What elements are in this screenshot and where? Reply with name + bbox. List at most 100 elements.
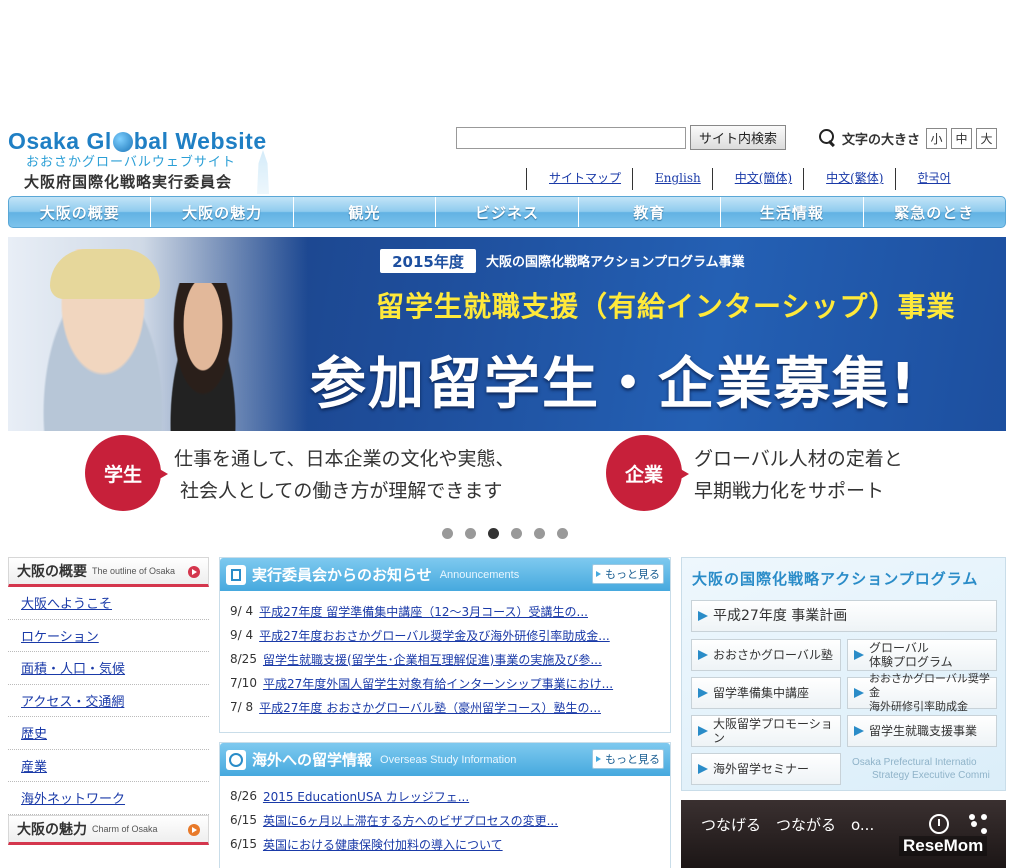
nav-charm[interactable]: 大阪の魅力 bbox=[151, 197, 294, 227]
share-icon[interactable] bbox=[969, 814, 989, 834]
font-size-small-button[interactable]: 小 bbox=[926, 127, 948, 149]
committee-watermark: Osaka Prefectural Internatio Strategy Ex… bbox=[852, 756, 990, 782]
nav-education[interactable]: 教育 bbox=[579, 197, 722, 227]
student-line-2: 社会人としての働き方が理解できます bbox=[180, 480, 503, 502]
sidebar-item: 大阪へようこそ bbox=[8, 587, 209, 620]
overseas-study-panel: 海外への留学情報 Overseas Study Information もっと見… bbox=[219, 742, 671, 868]
logo-organization: 大阪府国際化戦略実行委員会 bbox=[24, 173, 233, 191]
news-date: 9/ 4 bbox=[230, 604, 254, 618]
company-badge: 企業 bbox=[606, 435, 689, 511]
slider-dot[interactable] bbox=[442, 528, 453, 539]
photo-hair bbox=[50, 249, 160, 299]
font-size-large-button[interactable]: 大 bbox=[976, 127, 998, 149]
news-date: 6/15 bbox=[230, 837, 257, 851]
sidebar-item: アクセス・交通網 bbox=[8, 685, 209, 717]
study-promotion-button[interactable]: 大阪留学プロモーション bbox=[691, 715, 841, 747]
logo-english: Osaka Gl bal Website bbox=[8, 128, 267, 154]
overseas-title: 海外への留学情報 bbox=[252, 751, 373, 769]
watermark-line: Strategy Executive Commi bbox=[872, 770, 990, 781]
news-date: 9/ 4 bbox=[230, 628, 254, 642]
student-badge: 学生 bbox=[85, 435, 168, 511]
font-size-medium-button[interactable]: 中 bbox=[951, 127, 973, 149]
sidebar-link-area-population[interactable]: 面積・人口・気候 bbox=[21, 658, 125, 677]
nav-tourism[interactable]: 観光 bbox=[294, 197, 437, 227]
hero-banner[interactable]: 2015年度 大阪の国際化戦略アクションプログラム事業 留学生就職支援（有給イン… bbox=[8, 237, 1006, 431]
document-icon bbox=[226, 564, 246, 585]
news-link[interactable]: 平成27年度 留学準備集中講座（12～3月コース）受講生の... bbox=[259, 603, 588, 620]
news-link[interactable]: 平成27年度 おおさかグローバル塾（豪州留学コース）塾生の... bbox=[259, 699, 601, 716]
chinese-traditional-link[interactable]: 中文(繁体) bbox=[803, 168, 894, 190]
slider-dot-active[interactable] bbox=[488, 528, 499, 539]
announcements-more-button[interactable]: もっと見る bbox=[592, 564, 664, 584]
sidebar-heading-charm[interactable]: 大阪の魅力 Charm of Osaka bbox=[8, 814, 209, 845]
slider-pagination bbox=[442, 528, 568, 539]
news-item: 7/10 平成27年度外国人留学生対象有給インターンシップ事業におけ... bbox=[230, 671, 670, 695]
announcements-title-en: Announcements bbox=[439, 568, 520, 581]
slider-dot[interactable] bbox=[557, 528, 568, 539]
slider-dot[interactable] bbox=[465, 528, 476, 539]
sidebar-heading-en: Charm of Osaka bbox=[92, 823, 158, 834]
global-juku-button[interactable]: おおさかグローバル塾 bbox=[691, 639, 841, 671]
study-abroad-seminar-button[interactable]: 海外留学セミナー bbox=[691, 753, 841, 785]
news-link[interactable]: 英国における健康保険付加料の導入について bbox=[263, 836, 503, 853]
sitemap-link[interactable]: サイトマップ bbox=[526, 168, 632, 190]
news-link[interactable]: 留学生就職支援(留学生･企業相互理解促進)事業の実施及び参... bbox=[263, 651, 602, 668]
slider-dot[interactable] bbox=[534, 528, 545, 539]
sidebar-link-welcome[interactable]: 大阪へようこそ bbox=[21, 593, 112, 612]
video-player[interactable]: つなげる つながる o... ReseMom bbox=[681, 800, 1006, 868]
hero-subtitle: 大阪の国際化戦略アクションプログラム事業 bbox=[486, 255, 745, 270]
btn-label: おおさかグローバル奨学金 海外研修引率助成金 bbox=[869, 672, 990, 713]
company-description: グローバル人材の定着と 早期戦力化をサポート bbox=[694, 443, 903, 507]
globe-icon bbox=[226, 749, 246, 770]
job-support-button[interactable]: 留学生就職支援事業 bbox=[847, 715, 997, 747]
site-search-button[interactable]: サイト内検索 bbox=[690, 125, 786, 150]
sidebar-link-overseas-network[interactable]: 海外ネットワーク bbox=[21, 788, 125, 807]
photo-student-woman bbox=[158, 283, 248, 431]
sidebar-heading-en: The outline of Osaka bbox=[92, 566, 176, 576]
sidebar-link-access[interactable]: アクセス・交通網 bbox=[21, 691, 124, 710]
video-title: つなげる つながる o... bbox=[701, 816, 875, 834]
news-link[interactable]: 平成27年度外国人留学生対象有給インターンシップ事業におけ... bbox=[263, 675, 613, 692]
student-line-1: 仕事を通して、日本企業の文化や実態、 bbox=[174, 448, 515, 470]
sidebar-item: 面積・人口・気候 bbox=[8, 652, 209, 685]
global-experience-button[interactable]: グローバル 体験プログラム bbox=[847, 639, 997, 671]
student-description: 仕事を通して、日本企業の文化や実態、 社会人としての働き方が理解できます bbox=[174, 443, 514, 507]
business-plan-button[interactable]: 平成27年度 事業計画 bbox=[691, 600, 997, 632]
sidebar-heading-label: 大阪の魅力 bbox=[17, 821, 87, 838]
sidebar-link-location[interactable]: ロケーション bbox=[21, 626, 99, 645]
news-date: 6/15 bbox=[230, 813, 257, 827]
sidebar-link-history[interactable]: 歴史 bbox=[21, 723, 47, 742]
news-link[interactable]: 2015 EducationUSA カレッジフェ... bbox=[263, 788, 469, 805]
news-item: 8/25 留学生就職支援(留学生･企業相互理解促進)事業の実施及び参... bbox=[230, 647, 670, 671]
announcements-header: 実行委員会からのお知らせ Announcements もっと見る bbox=[220, 558, 670, 591]
watch-later-icon[interactable] bbox=[929, 814, 949, 834]
btn-label: グローバル 体験プログラム bbox=[869, 641, 953, 669]
hero-lower-band[interactable]: 学生 仕事を通して、日本企業の文化や実態、 社会人としての働き方が理解できます … bbox=[8, 431, 1006, 515]
english-link[interactable]: English bbox=[632, 168, 712, 190]
company-line-2: 早期戦力化をサポート bbox=[694, 480, 885, 502]
news-date: 8/25 bbox=[230, 652, 257, 666]
nav-emergency[interactable]: 緊急のとき bbox=[864, 197, 1005, 227]
nav-business[interactable]: ビジネス bbox=[436, 197, 579, 227]
site-logo[interactable]: Osaka Gl bal Website おおさかグローバルウェブサイト 大阪府国… bbox=[8, 128, 283, 196]
korean-link[interactable]: 한국어 bbox=[894, 168, 962, 190]
sidebar-link-industry[interactable]: 産業 bbox=[21, 756, 47, 775]
announcements-panel: 実行委員会からのお知らせ Announcements もっと見る 9/ 4 平成2… bbox=[219, 557, 671, 733]
news-item: 7/ 8 平成27年度 おおさかグローバル塾（豪州留学コース）塾生の... bbox=[230, 695, 670, 719]
news-item: 9/ 4 平成27年度 留学準備集中講座（12～3月コース）受講生の... bbox=[230, 599, 670, 623]
announcements-title: 実行委員会からのお知らせ bbox=[252, 566, 432, 584]
logo-japanese-sub: おおさかグローバルウェブサイト bbox=[26, 155, 236, 170]
nav-outline[interactable]: 大阪の概要 bbox=[9, 197, 152, 227]
scholarship-button[interactable]: おおさかグローバル奨学金 海外研修引率助成金 bbox=[847, 672, 997, 713]
search-input[interactable] bbox=[456, 127, 686, 149]
slider-dot[interactable] bbox=[511, 528, 522, 539]
overseas-header: 海外への留学情報 Overseas Study Information もっと見… bbox=[220, 743, 670, 776]
sidebar-heading-outline[interactable]: 大阪の概要 The outline of Osaka bbox=[8, 557, 209, 587]
study-prep-course-button[interactable]: 留学準備集中講座 bbox=[691, 677, 841, 709]
news-item: 6/15 英国における健康保険付加料の導入について bbox=[230, 832, 670, 856]
nav-living-info[interactable]: 生活情報 bbox=[721, 197, 864, 227]
news-link[interactable]: 英国に6ヶ月以上滞在する方へのビザプロセスの変更... bbox=[263, 812, 558, 829]
overseas-more-button[interactable]: もっと見る bbox=[592, 749, 664, 769]
chinese-simplified-link[interactable]: 中文(簡体) bbox=[711, 168, 803, 190]
news-link[interactable]: 平成27年度おおさかグローバル奨学金及び海外研修引率助成金... bbox=[259, 627, 610, 644]
